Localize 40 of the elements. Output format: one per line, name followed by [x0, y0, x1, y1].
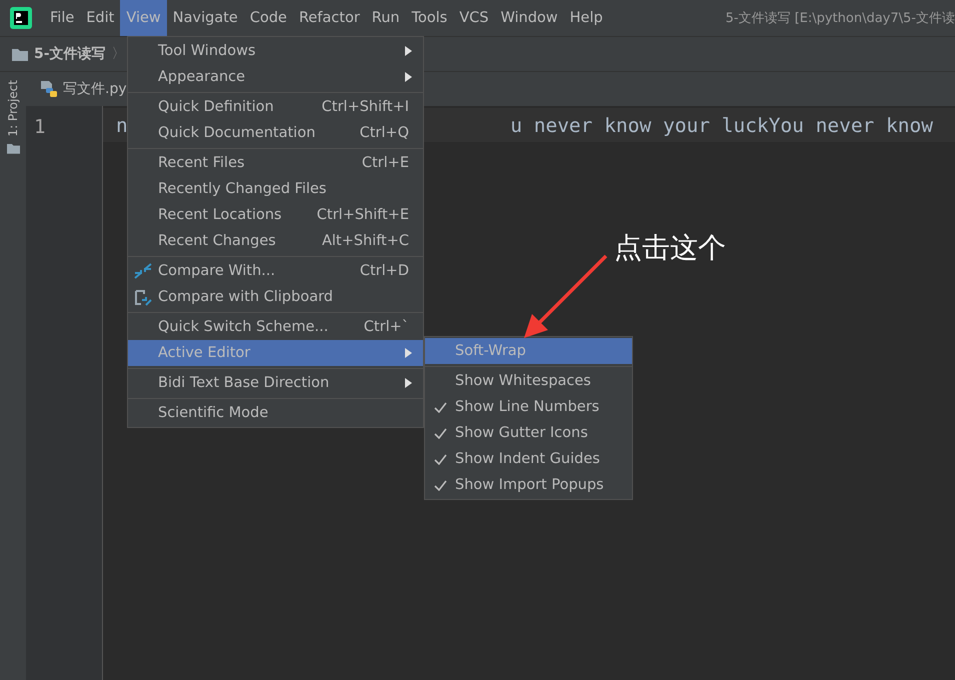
menu-item[interactable]: Scientific Mode	[128, 400, 423, 426]
project-tool-button[interactable]: 1: Project	[6, 80, 20, 137]
menu-item[interactable]: Show Gutter Icons	[425, 420, 632, 446]
menu-item[interactable]: Compare With... Ctrl+D	[128, 258, 423, 284]
folder-icon	[12, 48, 28, 60]
menu-bar-item[interactable]: File	[44, 0, 80, 36]
menu-item[interactable]: Quick Switch Scheme... Ctrl+`	[128, 314, 423, 340]
menu-item[interactable]: Recently Changed Files	[128, 176, 423, 202]
compare-icon	[134, 263, 152, 279]
menu-bar-item[interactable]: Edit	[80, 0, 120, 36]
menu-item[interactable]: Recent Files Ctrl+E	[128, 150, 423, 176]
menu-item[interactable]: Show Indent Guides	[425, 446, 632, 472]
menu-item[interactable]: Tool Windows	[128, 38, 423, 64]
clipboard-compare-icon	[134, 288, 152, 306]
menu-item[interactable]: Show Line Numbers	[425, 394, 632, 420]
menu-bar-item[interactable]: Navigate	[166, 0, 244, 36]
menu-item[interactable]: Show Whitespaces	[425, 368, 632, 394]
folder-icon[interactable]	[6, 142, 20, 154]
breadcrumb-item[interactable]: 5-文件读写	[34, 45, 106, 63]
code-text: n	[116, 114, 128, 136]
menu-item[interactable]: Show Import Popups	[425, 472, 632, 498]
menu-item[interactable]: Quick Documentation Ctrl+Q	[128, 120, 423, 146]
menu-item[interactable]: Recent Locations Ctrl+Shift+E	[128, 202, 423, 228]
breadcrumb-separator: 〉	[112, 45, 126, 63]
menu-bar-item[interactable]: Help	[564, 0, 609, 36]
line-number: 1	[34, 116, 46, 138]
menu-bar-item[interactable]: Refactor	[292, 0, 366, 36]
menu-bar-item[interactable]: Tools	[406, 0, 454, 36]
annotation-text: 点击这个	[614, 230, 726, 266]
menu-bar-item[interactable]: Code	[244, 0, 293, 36]
menu-item[interactable]: Recent Changes Alt+Shift+C	[128, 228, 423, 254]
menu-bar-item[interactable]: Run	[366, 0, 406, 36]
menu-bar-item[interactable]: Window	[494, 0, 564, 36]
menu-bar-item[interactable]: VCS	[453, 0, 495, 36]
menu-item[interactable]: Compare with Clipboard	[128, 284, 423, 310]
code-text: u never know your luckYou never know	[510, 114, 933, 136]
python-file-icon	[40, 80, 58, 98]
window-title: 5-文件读写 [E:\python\day7\5-文件读	[724, 10, 955, 27]
menu-item[interactable]: Bidi Text Base Direction	[128, 370, 423, 396]
app-logo-icon	[10, 7, 32, 29]
